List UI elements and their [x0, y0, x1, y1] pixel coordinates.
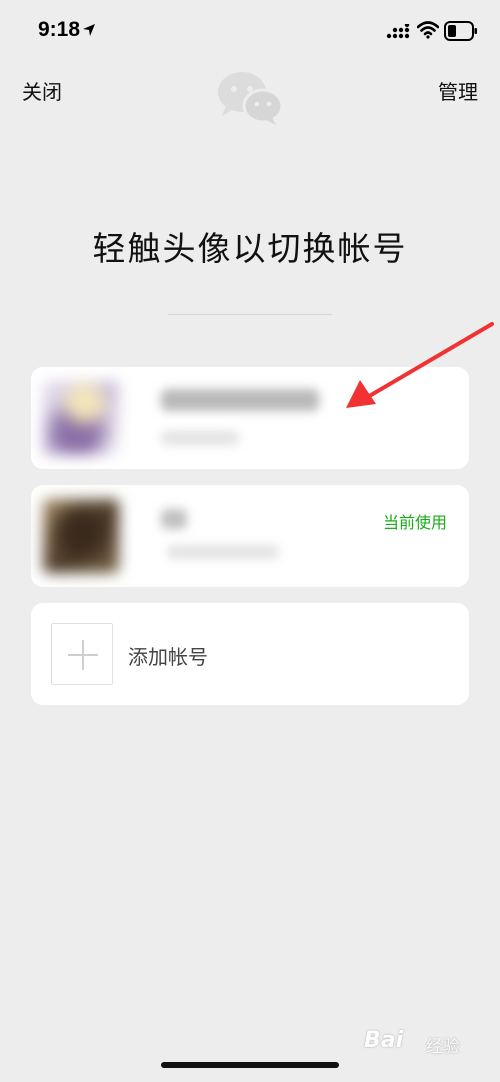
account-id-blurred [161, 431, 239, 445]
watermark-text: 经验 [426, 1037, 460, 1057]
account-card-current[interactable]: 当前使用 [31, 485, 469, 587]
manage-button[interactable]: 管理 [438, 76, 478, 105]
add-account-tile[interactable] [51, 623, 113, 685]
status-bar: 9:18 [0, 0, 500, 64]
add-account-label: 添加帐号 [128, 645, 208, 669]
current-account-badge: 当前使用 [382, 513, 447, 532]
location-arrow-icon [83, 24, 95, 36]
watermark: Bai 经验 [364, 1026, 476, 1060]
battery-icon [444, 21, 477, 41]
home-indicator[interactable] [161, 1062, 339, 1068]
account-switch-screen: 9:18 关闭 管理 轻触头像以切换帐号 当前使用 添加帐号 Bai 经验 [0, 0, 500, 1082]
close-button[interactable]: 关闭 [22, 76, 62, 105]
avatar[interactable] [43, 381, 119, 455]
account-id-blurred [167, 545, 279, 559]
red-arrow-icon [346, 322, 494, 408]
wechat-logo-icon [218, 72, 284, 125]
status-time: 9:18 [38, 18, 81, 41]
divider [168, 314, 332, 315]
page-title: 轻触头像以切换帐号 [92, 229, 408, 268]
signal-icon [386, 24, 410, 39]
watermark-brand: Bai [364, 1028, 404, 1053]
plus-icon [68, 640, 98, 670]
add-account-button[interactable]: 添加帐号 [31, 603, 469, 705]
avatar[interactable] [43, 499, 119, 573]
account-name-blurred [161, 509, 187, 529]
account-name-blurred [161, 389, 319, 411]
wifi-icon [417, 21, 439, 39]
